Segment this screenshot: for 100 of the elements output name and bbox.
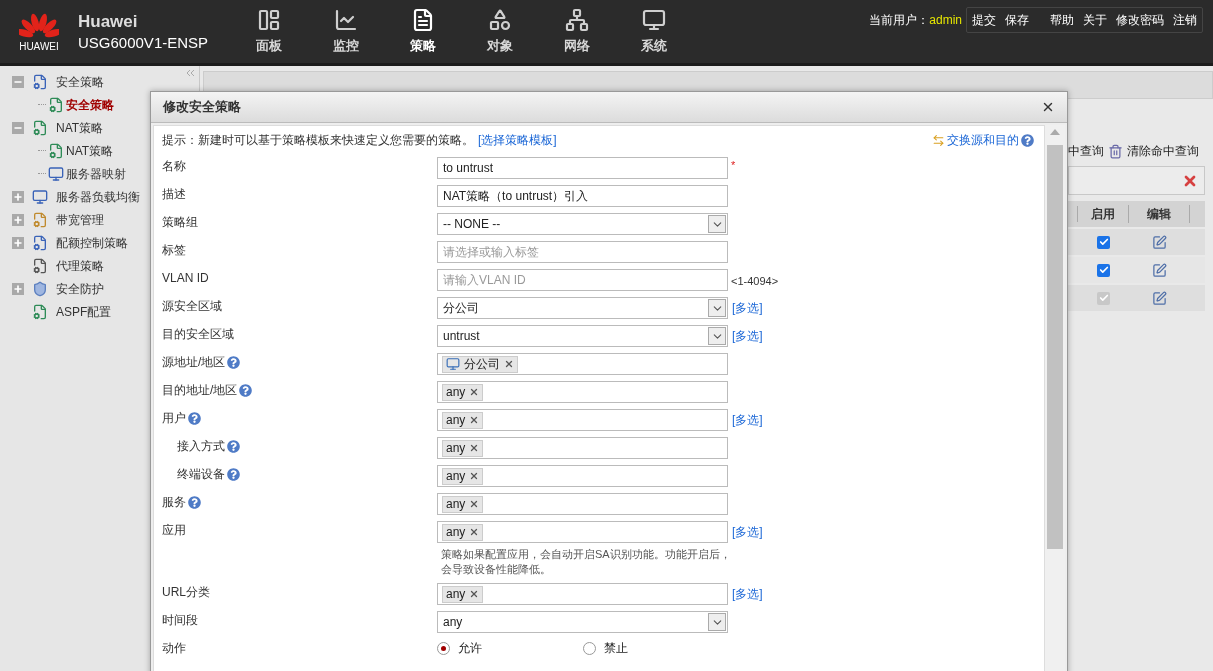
header-link[interactable]: 保存	[1005, 11, 1029, 29]
tree-item[interactable]: 服务器映射	[66, 164, 126, 183]
tag-field[interactable]: any	[437, 521, 728, 543]
dropdown-caret[interactable]	[708, 215, 726, 233]
multi-select-link[interactable]: [多选]	[732, 523, 763, 541]
tree-item[interactable]: 代理策略	[56, 256, 104, 275]
expand-toggle[interactable]	[12, 236, 24, 249]
remove-icon[interactable]	[469, 527, 480, 537]
expand-toggle[interactable]	[12, 121, 24, 134]
tree-item[interactable]: 安全策略	[56, 72, 104, 91]
tag-field[interactable]: 分公司	[437, 353, 728, 375]
column-header: 编辑	[1129, 205, 1190, 223]
toolbar-link[interactable]: 中查询	[1068, 142, 1104, 160]
tag-chip[interactable]: any	[442, 411, 484, 429]
remove-icon[interactable]	[469, 499, 480, 509]
select-field[interactable]: 分公司	[437, 297, 728, 319]
header-link[interactable]: 提交	[972, 11, 996, 29]
tag-field[interactable]: any	[437, 409, 728, 431]
checkbox[interactable]	[1097, 235, 1110, 249]
dropdown-caret[interactable]	[708, 327, 726, 345]
radio-option[interactable]: 允许	[437, 639, 583, 657]
scroll-up-icon[interactable]	[1050, 129, 1060, 135]
expand-toggle[interactable]	[12, 213, 24, 226]
checkbox[interactable]	[1097, 263, 1110, 277]
multi-select-link[interactable]: [多选]	[732, 299, 763, 317]
nav-icon	[487, 7, 512, 32]
header-link[interactable]: 帮助	[1050, 11, 1074, 29]
dropdown-caret[interactable]	[708, 299, 726, 317]
tag-field[interactable]: any	[437, 437, 728, 459]
field-label: 动作	[162, 640, 186, 657]
nav-tab[interactable]: 网络	[538, 0, 615, 63]
select-field[interactable]: any	[437, 611, 728, 633]
remove-icon[interactable]	[469, 415, 480, 425]
edit-icon[interactable]	[1152, 290, 1167, 306]
tag-chip[interactable]: any	[442, 585, 484, 603]
tag-chip[interactable]: any	[442, 495, 484, 513]
tree-item[interactable]: 带宽管理	[56, 210, 104, 229]
help-icon[interactable]	[227, 439, 240, 453]
remove-icon[interactable]	[469, 471, 480, 481]
nav-tab[interactable]: 对象	[461, 0, 538, 63]
nav-tab[interactable]: 面板	[230, 0, 307, 63]
help-icon[interactable]	[188, 495, 201, 509]
document-icon	[32, 73, 48, 90]
tag-chip[interactable]: any	[442, 523, 484, 541]
tree-item[interactable]: 配额控制策略	[56, 233, 128, 252]
template-link[interactable]: [选择策略模板]	[478, 131, 557, 149]
tag-chip[interactable]: 分公司	[442, 355, 518, 373]
header-link[interactable]: 注销	[1173, 11, 1197, 29]
tag-field[interactable]: any	[437, 493, 728, 515]
tag-field[interactable]: any	[437, 465, 728, 487]
document-icon	[32, 211, 48, 228]
header-link[interactable]: 关于	[1083, 11, 1107, 29]
multi-select-link[interactable]: [多选]	[732, 411, 763, 429]
select-field[interactable]: -- NONE --	[437, 213, 728, 235]
trash-icon[interactable]	[1108, 143, 1123, 159]
tag-field[interactable]: any	[437, 583, 728, 605]
text-field[interactable]: 请输入VLAN ID	[437, 269, 728, 291]
remove-icon[interactable]	[504, 359, 514, 369]
close-icon[interactable]	[1041, 100, 1055, 114]
tag-field[interactable]: any	[437, 381, 728, 403]
select-field[interactable]: untrust	[437, 325, 728, 347]
nav-tab[interactable]: 策略	[384, 0, 461, 63]
header-link[interactable]: 修改密码	[1116, 11, 1164, 29]
edit-icon[interactable]	[1152, 234, 1167, 250]
dialog-title: 修改安全策略	[163, 98, 241, 117]
help-icon[interactable]	[1021, 133, 1034, 147]
text-field[interactable]: to untrust	[437, 157, 728, 179]
nav-tab[interactable]: 系统	[615, 0, 692, 63]
toolbar-link[interactable]: 清除命中查询	[1127, 142, 1199, 160]
edit-icon[interactable]	[1152, 262, 1167, 278]
remove-icon[interactable]	[469, 387, 480, 397]
field-label: 服务	[162, 494, 186, 511]
help-icon[interactable]	[227, 467, 240, 481]
nav-tab[interactable]: 监控	[307, 0, 384, 63]
multi-select-link[interactable]: [多选]	[732, 585, 763, 603]
expand-toggle[interactable]	[12, 75, 24, 88]
text-field[interactable]: NAT策略（to untrust）引入	[437, 185, 728, 207]
tag-chip[interactable]: any	[442, 439, 484, 457]
tree-item[interactable]: ASPF配置	[56, 302, 112, 321]
tree-item[interactable]: 安全防护	[56, 279, 104, 298]
tag-chip[interactable]: any	[442, 467, 484, 485]
dropdown-caret[interactable]	[708, 613, 726, 631]
expand-toggle[interactable]	[12, 190, 24, 203]
help-icon[interactable]	[239, 383, 253, 397]
text-field[interactable]: 请选择或输入标签	[437, 241, 728, 263]
tree-item[interactable]: 服务器负载均衡	[56, 187, 140, 206]
tag-chip[interactable]: any	[442, 383, 484, 401]
remove-icon[interactable]	[469, 443, 480, 453]
tree-item[interactable]: NAT策略	[66, 141, 114, 160]
field-label: 终端设备	[177, 466, 225, 483]
multi-select-link[interactable]: [多选]	[732, 327, 763, 345]
radio-option[interactable]: 禁止	[582, 639, 728, 657]
help-icon[interactable]	[227, 355, 241, 369]
tree-item[interactable]: NAT策略	[56, 118, 104, 137]
tree-item[interactable]: 安全策略	[66, 95, 114, 114]
field-label: 策略组	[162, 214, 198, 231]
remove-icon[interactable]	[469, 589, 480, 599]
expand-toggle[interactable]	[12, 282, 24, 295]
help-icon[interactable]	[188, 411, 201, 425]
swap-link[interactable]: 交换源和目的	[947, 131, 1019, 149]
